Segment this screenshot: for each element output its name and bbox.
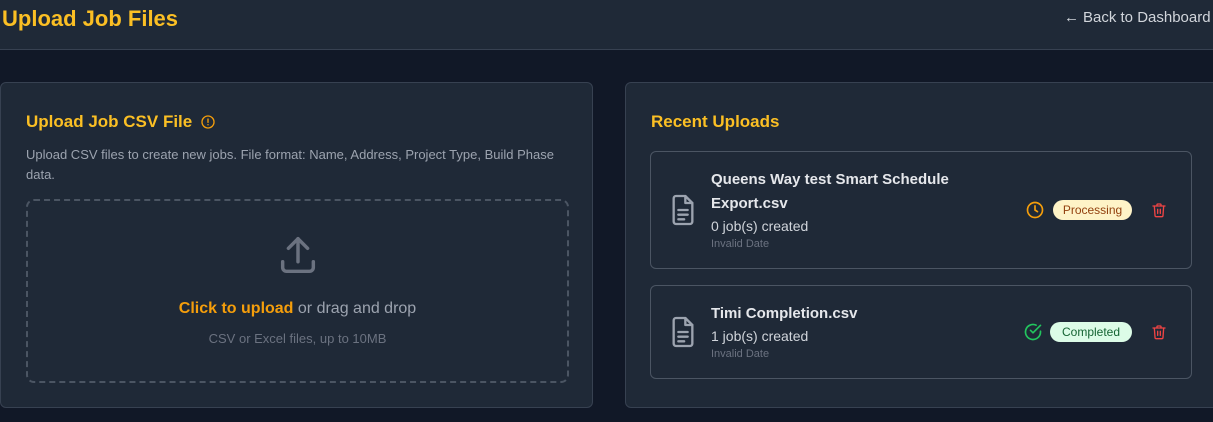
upload-icon xyxy=(275,233,321,279)
status-badge: Completed xyxy=(1050,322,1132,342)
upload-card: Upload Job CSV File Upload CSV files to … xyxy=(0,82,593,408)
upload-card-title-text: Upload Job CSV File xyxy=(26,112,193,131)
delete-trash-icon[interactable] xyxy=(1151,324,1167,340)
upload-list-item: Timi Completion.csv 1 job(s) created Inv… xyxy=(650,285,1192,379)
file-name: Timi Completion.csv xyxy=(711,305,858,322)
back-arrow-icon: ← xyxy=(1064,9,1079,26)
upload-card-title: Upload Job CSV File xyxy=(26,112,216,132)
recent-uploads-card: Recent Uploads Queens Way test Smart Sch… xyxy=(625,82,1213,408)
file-name: Queens Way test Smart Schedule Export.cs… xyxy=(711,171,949,212)
file-document-icon xyxy=(669,193,697,227)
upload-date: Invalid Date xyxy=(711,348,770,360)
jobs-created: 0 job(s) created xyxy=(711,218,809,234)
clock-icon xyxy=(1025,200,1045,220)
status-badge: Processing xyxy=(1053,200,1132,220)
back-link-label: Back to Dashboard xyxy=(1083,9,1211,26)
page-title: Upload Job Files xyxy=(2,6,179,31)
jobs-created: 1 job(s) created xyxy=(711,328,809,344)
upload-date: Invalid Date xyxy=(711,238,770,250)
page-header: Upload Job Files ← Back to Dashboard xyxy=(0,0,1213,50)
file-document-icon xyxy=(669,315,697,349)
dropzone-prompt: Click to upload or drag and drop xyxy=(28,300,567,318)
delete-trash-icon[interactable] xyxy=(1151,202,1167,218)
drag-drop-text: or drag and drop xyxy=(293,300,417,317)
file-dropzone[interactable]: Click to upload or drag and drop CSV or … xyxy=(26,199,569,383)
upload-list-item: Queens Way test Smart Schedule Export.cs… xyxy=(650,151,1192,269)
dropzone-hint: CSV or Excel files, up to 10MB xyxy=(208,331,387,346)
info-icon[interactable] xyxy=(200,114,216,130)
back-to-dashboard-link[interactable]: ← Back to Dashboard xyxy=(1064,9,1211,26)
click-to-upload-link[interactable]: Click to upload xyxy=(179,300,294,317)
recent-uploads-title: Recent Uploads xyxy=(651,112,780,131)
check-circle-icon xyxy=(1023,322,1043,342)
upload-description: Upload CSV files to create new jobs. Fil… xyxy=(26,147,554,182)
